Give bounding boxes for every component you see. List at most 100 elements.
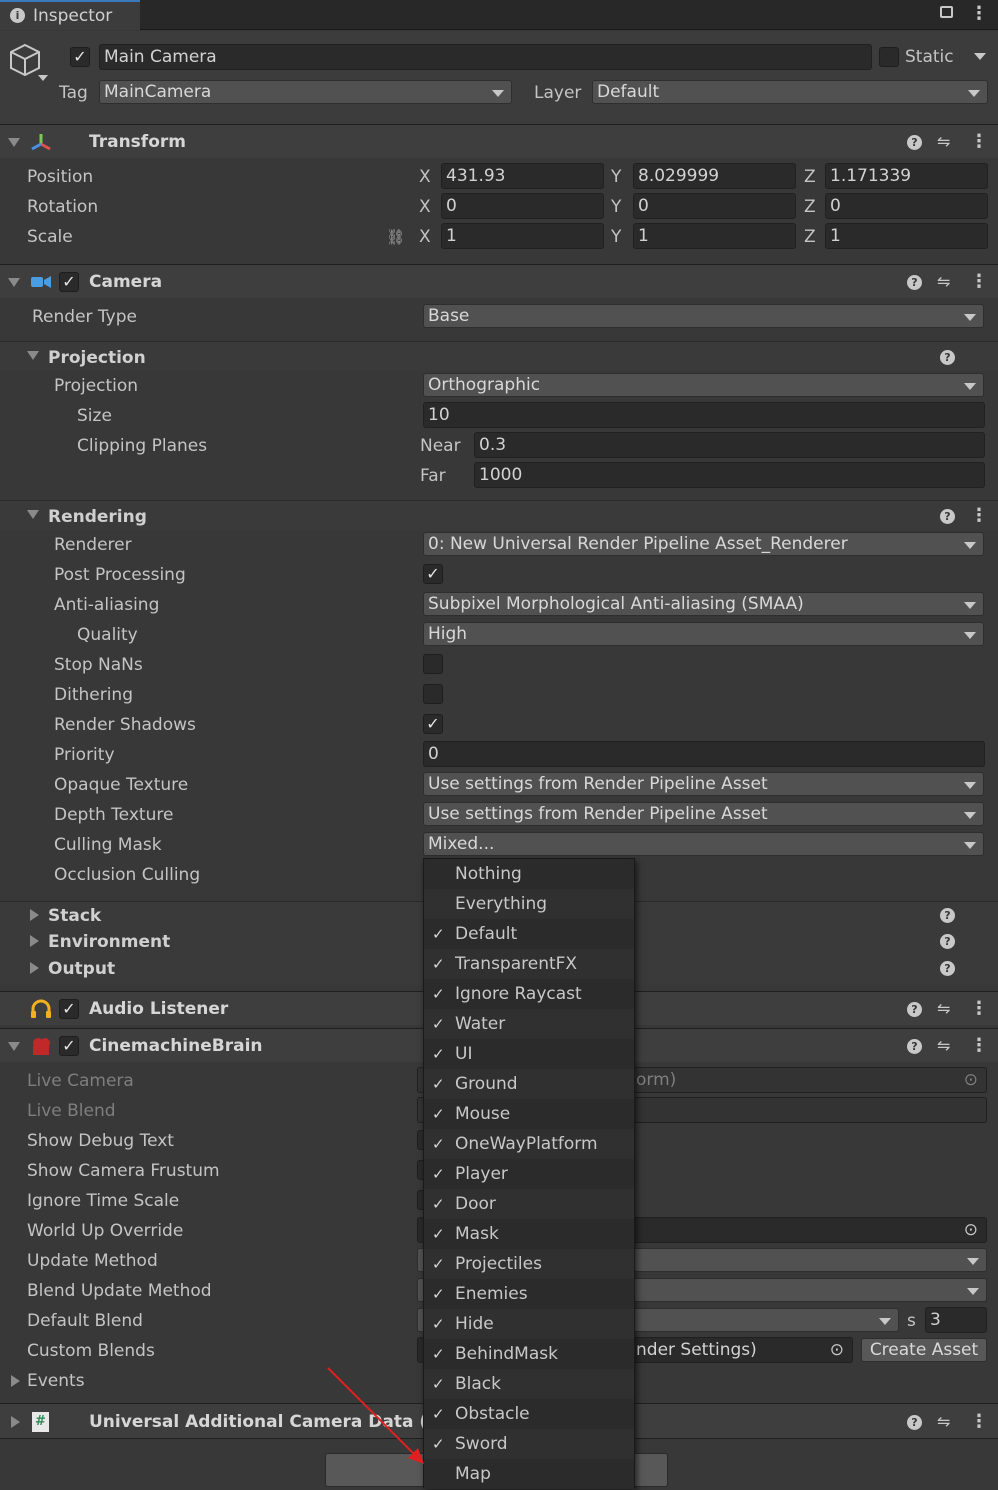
culling-mask-menu-item[interactable]: ✓ Water — [424, 1009, 634, 1039]
culling-mask-menu-item[interactable]: ✓ Mask — [424, 1219, 634, 1249]
near-field[interactable]: 0.3 — [474, 432, 985, 458]
foldout-icon[interactable] — [11, 1416, 20, 1428]
culling-mask-menu-item[interactable]: ✓ BehindMask — [424, 1339, 634, 1369]
static-toggle[interactable] — [879, 47, 899, 67]
foldout-icon[interactable] — [30, 935, 39, 947]
culling-mask-menu-item[interactable]: ✓ Projectiles — [424, 1249, 634, 1279]
help-icon[interactable]: ? — [940, 908, 955, 923]
component-menu-icon[interactable]: ⋮ — [970, 1000, 988, 1018]
quality-dropdown[interactable]: High — [423, 622, 984, 646]
help-icon[interactable]: ? — [940, 961, 955, 976]
opaque-texture-dropdown[interactable]: Use settings from Render Pipeline Asset — [423, 772, 984, 796]
foldout-icon[interactable] — [30, 909, 39, 921]
renderer-dropdown[interactable]: 0: New Universal Render Pipeline Asset_R… — [423, 532, 984, 556]
scale-x-field[interactable]: 1 — [441, 223, 604, 249]
help-icon[interactable]: ? — [907, 275, 922, 290]
culling-mask-menu-item[interactable]: ✓ Hide — [424, 1309, 634, 1339]
target-icon[interactable]: ⊙ — [964, 1218, 978, 1242]
stop-nans-checkbox[interactable] — [423, 654, 443, 674]
rendering-section-header[interactable]: Rendering ? ⋮ — [0, 500, 998, 530]
foldout-icon[interactable] — [8, 138, 20, 147]
transform-header[interactable]: Transform ? ⇋ ⋮ — [0, 124, 998, 158]
presets-icon[interactable]: ⇋ — [937, 1001, 950, 1017]
culling-mask-menu-item[interactable]: Everything — [424, 889, 634, 919]
position-y-field[interactable]: 8.029999 — [633, 163, 796, 189]
presets-icon[interactable]: ⇋ — [937, 1038, 950, 1054]
default-blend-time-field[interactable]: 3 — [925, 1307, 987, 1333]
layer-dropdown[interactable]: Default — [592, 80, 988, 104]
static-dropdown-icon[interactable] — [974, 53, 986, 60]
camera-header[interactable]: ✓ Camera ? ⇋ ⋮ — [0, 264, 998, 298]
priority-field[interactable]: 0 — [423, 741, 985, 767]
foldout-icon[interactable] — [27, 510, 39, 519]
component-menu-icon[interactable]: ⋮ — [970, 133, 988, 151]
dithering-checkbox[interactable] — [423, 684, 443, 704]
help-icon[interactable]: ? — [940, 934, 955, 949]
culling-mask-menu-item[interactable]: ✓ Ground — [424, 1069, 634, 1099]
help-icon[interactable]: ? — [907, 1002, 922, 1017]
presets-icon[interactable]: ⇋ — [937, 1414, 950, 1430]
cinemachine-toggle[interactable]: ✓ — [59, 1036, 79, 1056]
post-processing-checkbox[interactable]: ✓ — [423, 564, 443, 584]
events-foldout-icon[interactable] — [11, 1375, 20, 1387]
lock-icon[interactable] — [940, 6, 953, 18]
link-icon[interactable]: ⛓ — [386, 228, 405, 246]
far-field[interactable]: 1000 — [474, 462, 985, 488]
render-type-dropdown[interactable]: Base — [423, 304, 984, 328]
help-icon[interactable]: ? — [940, 509, 955, 524]
events-label[interactable]: Events — [27, 1371, 85, 1391]
create-asset-button[interactable]: Create Asset — [861, 1338, 987, 1362]
help-icon[interactable]: ? — [907, 1039, 922, 1054]
target-icon[interactable]: ⊙ — [830, 1338, 844, 1362]
culling-mask-menu-item[interactable]: ✓ Default — [424, 919, 634, 949]
culling-mask-menu-item[interactable]: ✓ Ignore Raycast — [424, 979, 634, 1009]
position-z-field[interactable]: 1.171339 — [825, 163, 988, 189]
rotation-z-field[interactable]: 0 — [825, 193, 988, 219]
projection-dropdown[interactable]: Orthographic — [423, 373, 984, 397]
scale-z-field[interactable]: 1 — [825, 223, 988, 249]
culling-mask-menu-item[interactable]: ✓ Door — [424, 1189, 634, 1219]
presets-icon[interactable]: ⇋ — [937, 274, 950, 290]
culling-mask-menu-item[interactable]: ✓ TransparentFX — [424, 949, 634, 979]
component-menu-icon[interactable]: ⋮ — [970, 1037, 988, 1055]
culling-mask-menu-item[interactable]: Nothing — [424, 859, 634, 889]
foldout-icon[interactable] — [30, 962, 39, 974]
depth-texture-dropdown[interactable]: Use settings from Render Pipeline Asset — [423, 802, 984, 826]
help-icon[interactable]: ? — [907, 1415, 922, 1430]
rotation-x-field[interactable]: 0 — [441, 193, 604, 219]
help-icon[interactable]: ? — [940, 350, 955, 365]
tag-dropdown[interactable]: MainCamera — [99, 80, 512, 104]
camera-enabled-toggle[interactable]: ✓ — [59, 272, 79, 292]
section-menu-icon[interactable]: ⋮ — [970, 507, 988, 525]
culling-mask-menu-item[interactable]: ✓ Mouse — [424, 1099, 634, 1129]
culling-mask-menu-item[interactable]: ✓ UI — [424, 1039, 634, 1069]
tab-inspector[interactable]: i Inspector — [0, 0, 140, 30]
culling-mask-menu-item[interactable]: ✓ Sword — [424, 1429, 634, 1459]
anti-aliasing-dropdown[interactable]: Subpixel Morphological Anti-aliasing (SM… — [423, 592, 984, 616]
tab-menu-icon[interactable]: ⋮ — [970, 5, 988, 23]
component-menu-icon[interactable]: ⋮ — [970, 273, 988, 291]
render-shadows-checkbox[interactable]: ✓ — [423, 714, 443, 734]
cube-icon[interactable] — [8, 42, 48, 84]
scale-y-field[interactable]: 1 — [633, 223, 796, 249]
rotation-y-field[interactable]: 0 — [633, 193, 796, 219]
projection-section-header[interactable]: Projection ? — [0, 341, 998, 371]
culling-mask-menu-item[interactable]: Map — [424, 1459, 634, 1489]
culling-mask-menu-item[interactable]: ✓ Black — [424, 1369, 634, 1399]
size-field[interactable]: 10 — [423, 402, 985, 428]
foldout-icon[interactable] — [27, 351, 39, 360]
object-name-field[interactable]: Main Camera — [99, 44, 872, 70]
foldout-icon[interactable] — [8, 278, 20, 287]
culling-mask-dropdown[interactable]: Mixed... — [423, 832, 984, 856]
help-icon[interactable]: ? — [907, 135, 922, 150]
foldout-icon[interactable] — [8, 1042, 20, 1051]
active-toggle[interactable]: ✓ — [70, 47, 90, 67]
culling-mask-menu-item[interactable]: ✓ OneWayPlatform — [424, 1129, 634, 1159]
culling-mask-menu-item[interactable]: ✓ Obstacle — [424, 1399, 634, 1429]
culling-mask-menu-item[interactable]: ✓ Enemies — [424, 1279, 634, 1309]
culling-mask-menu-item[interactable]: ✓ Player — [424, 1159, 634, 1189]
component-menu-icon[interactable]: ⋮ — [970, 1413, 988, 1431]
presets-icon[interactable]: ⇋ — [937, 134, 950, 150]
position-x-field[interactable]: 431.93 — [441, 163, 604, 189]
audio-listener-toggle[interactable]: ✓ — [59, 999, 79, 1019]
